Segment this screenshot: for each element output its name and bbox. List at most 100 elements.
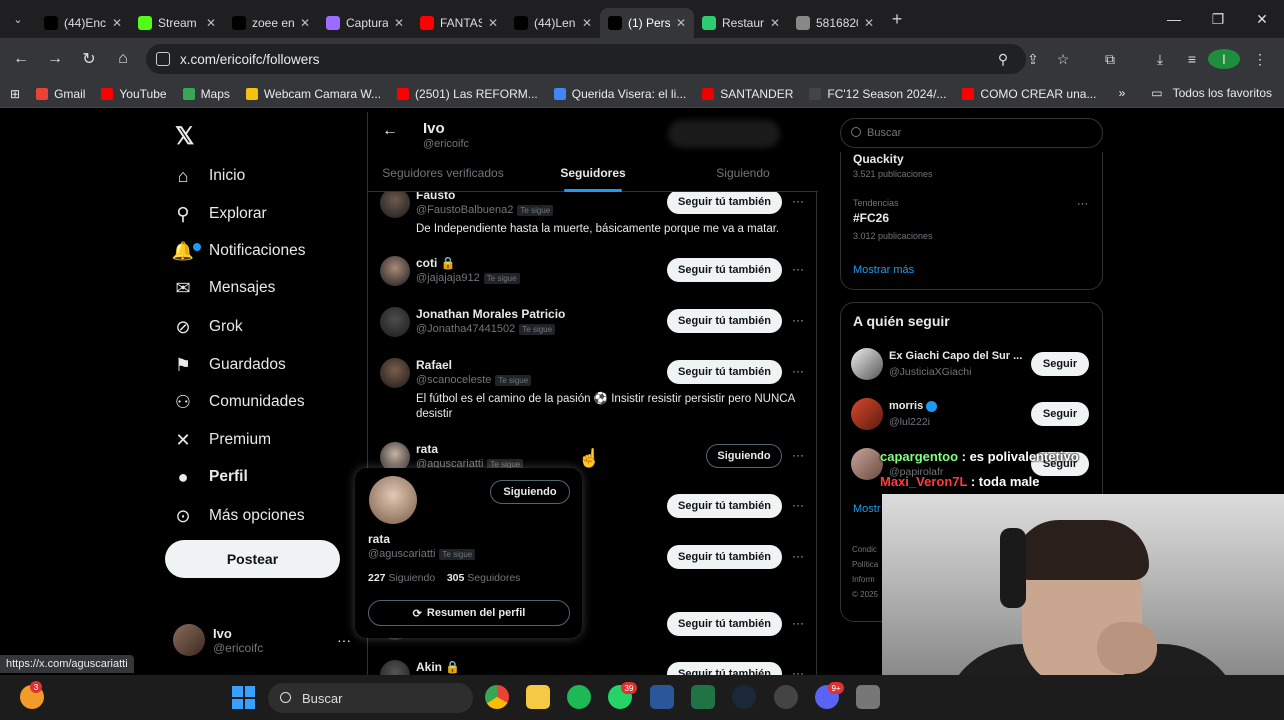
nav-item[interactable]: ⚑ Guardados [173,351,286,379]
obs-icon[interactable] [774,685,798,709]
more-options-icon[interactable]: ··· [792,666,804,675]
follow-button[interactable]: Seguir [1031,402,1089,426]
minimize-button[interactable]: — [1152,0,1196,38]
zoom-icon[interactable]: ⚲ [987,51,1019,68]
avatar[interactable] [380,307,410,337]
nav-item[interactable]: ✕ Premium [173,426,271,454]
nav-item[interactable]: ✉ Mensajes [173,274,275,302]
close-tab-icon[interactable]: ✕ [770,16,780,30]
post-button[interactable]: Postear [165,540,340,578]
close-window-button[interactable]: ✕ [1240,0,1284,38]
site-info-icon[interactable] [156,52,170,66]
follow-back-button[interactable]: Seguir tú también [667,662,782,675]
close-tab-icon[interactable]: ✕ [112,16,122,30]
avatar[interactable] [380,188,410,218]
avatar[interactable] [380,358,410,388]
close-tab-icon[interactable]: ✕ [582,16,592,30]
close-tab-icon[interactable]: ✕ [206,16,216,30]
footer-link[interactable]: Inform [852,572,878,587]
follower-name[interactable]: coti [416,256,437,270]
settings-gear-icon[interactable] [856,685,880,709]
followers-count[interactable]: 305 [447,572,465,584]
bookmark-item[interactable]: COMO CREAR una... [954,87,1104,101]
avatar[interactable] [380,660,410,675]
follower-name[interactable]: Jonathan Morales Patricio [416,307,565,321]
nav-item[interactable]: ⚇ Comunidades [173,388,305,416]
bookmark-item[interactable]: SANTANDER [694,87,801,101]
following-count[interactable]: 227 [368,572,386,584]
show-more-link[interactable]: Mostrar más [853,264,914,276]
close-tab-icon[interactable]: ✕ [394,16,404,30]
more-options-icon[interactable]: ··· [792,498,804,512]
bookmark-item[interactable]: (2501) Las REFORM... [389,87,546,101]
more-options-icon[interactable]: ··· [792,448,804,462]
bookmark-item[interactable]: Maps [175,87,238,101]
trend-title[interactable]: #FC26 [853,211,889,225]
more-options-icon[interactable]: ··· [792,616,804,630]
browser-tab[interactable]: 58168202 ✕ [788,8,882,38]
browser-tab[interactable]: zoee en X ✕ [224,8,318,38]
following-label[interactable]: Siguiendo [388,572,435,584]
search-input[interactable]: Buscar [840,118,1103,148]
browser-tab[interactable]: Restaura ✕ [694,8,788,38]
x-logo-icon[interactable]: 𝕏 [175,122,194,151]
account-more-icon[interactable]: ··· [337,632,351,648]
avatar[interactable] [380,256,410,286]
show-more-link[interactable]: Mostr [853,503,881,515]
tab-following[interactable]: Siguiendo [668,160,818,192]
media-icon[interactable]: ≡ [1176,51,1208,67]
apps-grid-icon[interactable]: ⊞ [0,87,28,101]
followers-label[interactable]: Seguidores [467,572,520,584]
more-options-icon[interactable]: ··· [792,313,804,327]
url-field[interactable]: x.com/ericoifc/followers [146,44,1026,74]
profile-summary-button[interactable]: ⟳ Resumen del perfil [368,600,570,626]
hover-card-following-button[interactable]: Siguiendo [490,480,570,504]
extensions-icon[interactable]: ⧉ [1094,51,1126,68]
nav-item[interactable]: ⊙ Más opciones [173,502,304,530]
follow-back-button[interactable]: Seguir tú también [667,612,782,636]
profile-avatar[interactable]: I [1208,49,1240,69]
install-app-icon[interactable]: ⇪ [1017,51,1049,68]
close-tab-icon[interactable]: ✕ [676,16,686,30]
windows-start-icon[interactable] [232,686,255,709]
back-arrow-icon[interactable]: ← [4,50,38,68]
bookmarks-overflow-icon[interactable]: » [1119,86,1126,100]
all-bookmarks-link[interactable]: Todos los favoritos [1173,86,1272,100]
new-tab-button[interactable]: + [882,9,912,30]
bookmark-item[interactable]: YouTube [93,87,174,101]
nav-item[interactable]: ⚲ Explorar [173,200,266,228]
follow-back-button[interactable]: Seguir tú también [667,309,782,333]
follower-name[interactable]: Rafael [416,358,452,372]
following-button[interactable]: Siguiendo [706,444,782,468]
close-tab-icon[interactable]: ✕ [864,16,874,30]
browser-tab[interactable]: Captura d ✕ [318,8,412,38]
follower-name[interactable]: Akin [416,660,442,674]
excel-icon[interactable] [691,685,715,709]
word-icon[interactable] [650,685,674,709]
taskbar-search[interactable]: Buscar [268,683,473,713]
follow-back-button[interactable]: Seguir tú también [667,545,782,569]
back-arrow-icon[interactable]: ← [382,122,398,140]
bookmark-star-icon[interactable]: ☆ [1047,51,1079,68]
trend-more-icon[interactable]: ··· [1077,198,1088,210]
chrome-icon[interactable] [485,685,509,709]
follow-back-button[interactable]: Seguir tú también [667,360,782,384]
close-tab-icon[interactable]: ✕ [300,16,310,30]
reload-icon[interactable]: ↻ [72,49,106,69]
follow-button[interactable]: Seguir [1031,352,1089,376]
account-switcher[interactable]: Ivo @ericoifc [173,624,263,656]
footer-link[interactable]: Condic [852,542,878,557]
browser-tab[interactable]: Stream - I ✕ [130,8,224,38]
tab-verified-followers[interactable]: Seguidores verificados [368,160,518,192]
maximize-button[interactable]: ❐ [1196,0,1240,38]
more-options-icon[interactable]: ··· [792,262,804,276]
nav-item[interactable]: 🔔 Notificaciones [172,237,306,265]
tab-search-chevron-icon[interactable]: ⌄ [0,0,36,38]
forward-arrow-icon[interactable]: → [38,50,72,68]
more-options-icon[interactable]: ··· [792,194,804,208]
trend-title[interactable]: Quackity [853,152,904,166]
browser-tab[interactable]: (44)Encue ✕ [36,8,130,38]
hover-card-name[interactable]: rata [368,532,390,546]
follow-back-button[interactable]: Seguir tú también [667,258,782,282]
file-explorer-icon[interactable] [526,685,550,709]
